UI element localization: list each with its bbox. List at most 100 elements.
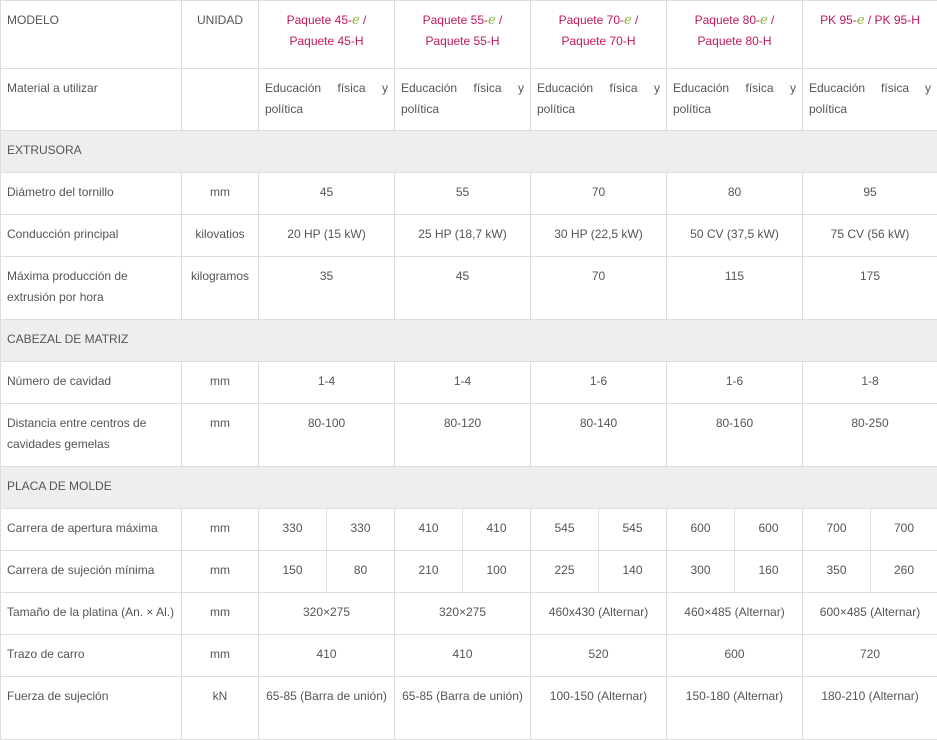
value-cell: 70 <box>531 257 667 320</box>
value-cell: 260 <box>871 551 937 593</box>
table-row-cavidad: Número de cavidad mm 1-4 1-4 1-6 1-6 1-8 <box>1 362 937 404</box>
row-label: Conducción principal <box>1 215 182 257</box>
row-unit: kilogramos <box>182 257 259 320</box>
value-cell: 160 <box>735 551 803 593</box>
header-row: MODELO UNIDAD Paquete 45-e / Paquete 45-… <box>1 1 937 69</box>
value-cell: 1-4 <box>259 362 395 404</box>
value-cell: 20 HP (15 kW) <box>259 215 395 257</box>
model-separator: / <box>771 13 774 27</box>
value-cell: 75 CV (56 kW) <box>803 215 937 257</box>
material-cell: Educación física y política <box>395 69 531 131</box>
model-e-mark: e <box>488 13 496 28</box>
value-cell: 410 <box>463 509 531 551</box>
section-row-cabezal: CABEZAL DE MATRIZ <box>1 320 937 362</box>
value-cell: 600 <box>667 509 735 551</box>
model-name-h: Paquete 80-H <box>697 34 771 48</box>
row-label: Carrera de sujeción mínima <box>1 551 182 593</box>
value-cell: 225 <box>531 551 599 593</box>
value-cell: 1-4 <box>395 362 531 404</box>
model-name: Paquete 80- <box>695 13 760 27</box>
value-cell: 330 <box>259 509 327 551</box>
value-cell: 410 <box>395 635 531 677</box>
table-row-sujecion-minima: Carrera de sujeción mínima mm 150 80 210… <box>1 551 937 593</box>
table-row-apertura: Carrera de apertura máxima mm 330 330 41… <box>1 509 937 551</box>
model-header-80: Paquete 80-e / Paquete 80-H <box>667 1 803 69</box>
value-cell: 700 <box>871 509 937 551</box>
model-separator: / <box>363 13 366 27</box>
model-separator: / <box>635 13 638 27</box>
table-row-fuerza: Fuerza de sujeción kN 65-85 (Barra de un… <box>1 677 937 740</box>
model-header-45: Paquete 45-e / Paquete 45-H <box>259 1 395 69</box>
row-label: Carrera de apertura máxima <box>1 509 182 551</box>
table-row-carro: Trazo de carro mm 410 410 520 600 720 <box>1 635 937 677</box>
row-unit: mm <box>182 173 259 215</box>
model-e-mark: e <box>857 13 865 28</box>
model-e-mark: e <box>352 13 360 28</box>
row-label: Máxima producción de extrusión por hora <box>1 257 182 320</box>
value-cell: 80-140 <box>531 404 667 467</box>
value-cell: 1-6 <box>531 362 667 404</box>
value-cell: 600 <box>667 635 803 677</box>
value-cell: 460x430 (Alternar) <box>531 593 667 635</box>
value-cell: 80-120 <box>395 404 531 467</box>
value-cell: 600×485 (Alternar) <box>803 593 937 635</box>
value-cell: 1-8 <box>803 362 937 404</box>
row-unit: mm <box>182 404 259 467</box>
row-label: Fuerza de sujeción <box>1 677 182 740</box>
value-cell: 330 <box>327 509 395 551</box>
row-unit: mm <box>182 551 259 593</box>
table-row-material: Material a utilizar Educación física y p… <box>1 69 937 131</box>
value-cell: 545 <box>599 509 667 551</box>
value-cell: 80 <box>327 551 395 593</box>
model-name: Paquete 45- <box>287 13 352 27</box>
row-unit: mm <box>182 635 259 677</box>
section-title: PLACA DE MOLDE <box>1 467 937 509</box>
model-name-h: Paquete 70-H <box>561 34 635 48</box>
value-cell: 65-85 (Barra de unión) <box>259 677 395 740</box>
model-separator: / <box>499 13 502 27</box>
table-row-platina: Tamaño de la platina (An. × Al.) mm 320×… <box>1 593 937 635</box>
value-cell: 700 <box>803 509 871 551</box>
value-cell: 1-6 <box>667 362 803 404</box>
row-label: Distancia entre centros de cavidades gem… <box>1 404 182 467</box>
model-separator: / PK 95-H <box>868 13 920 27</box>
section-title: EXTRUSORA <box>1 131 937 173</box>
value-cell: 45 <box>395 257 531 320</box>
value-cell: 300 <box>667 551 735 593</box>
model-e-mark: e <box>624 13 632 28</box>
material-cell: Educación física y política <box>531 69 667 131</box>
value-cell: 80-100 <box>259 404 395 467</box>
value-cell: 100-150 (Alternar) <box>531 677 667 740</box>
value-cell: 55 <box>395 173 531 215</box>
value-cell: 350 <box>803 551 871 593</box>
unidad-header: UNIDAD <box>182 1 259 69</box>
value-cell: 320×275 <box>395 593 531 635</box>
value-cell: 180-210 (Alternar) <box>803 677 937 740</box>
model-name-h: Paquete 45-H <box>289 34 363 48</box>
value-cell: 80-250 <box>803 404 937 467</box>
value-cell: 70 <box>531 173 667 215</box>
row-unit: kilovatios <box>182 215 259 257</box>
row-unit: kN <box>182 677 259 740</box>
material-cell: Educación física y política <box>259 69 395 131</box>
value-cell: 210 <box>395 551 463 593</box>
section-row-placa: PLACA DE MOLDE <box>1 467 937 509</box>
value-cell: 50 CV (37,5 kW) <box>667 215 803 257</box>
section-row-extrusora: EXTRUSORA <box>1 131 937 173</box>
model-name: Paquete 70- <box>559 13 624 27</box>
table-row-produccion: Máxima producción de extrusión por hora … <box>1 257 937 320</box>
row-label: Número de cavidad <box>1 362 182 404</box>
material-cell: Educación física y política <box>803 69 937 131</box>
value-cell: 410 <box>259 635 395 677</box>
value-cell: 115 <box>667 257 803 320</box>
row-unit <box>182 69 259 131</box>
model-name-h: Paquete 55-H <box>425 34 499 48</box>
row-label: Tamaño de la platina (An. × Al.) <box>1 593 182 635</box>
value-cell: 175 <box>803 257 937 320</box>
value-cell: 100 <box>463 551 531 593</box>
model-header-70: Paquete 70-e / Paquete 70-H <box>531 1 667 69</box>
value-cell: 35 <box>259 257 395 320</box>
model-name: Paquete 55- <box>423 13 488 27</box>
table-row-distancia: Distancia entre centros de cavidades gem… <box>1 404 937 467</box>
row-unit: mm <box>182 362 259 404</box>
